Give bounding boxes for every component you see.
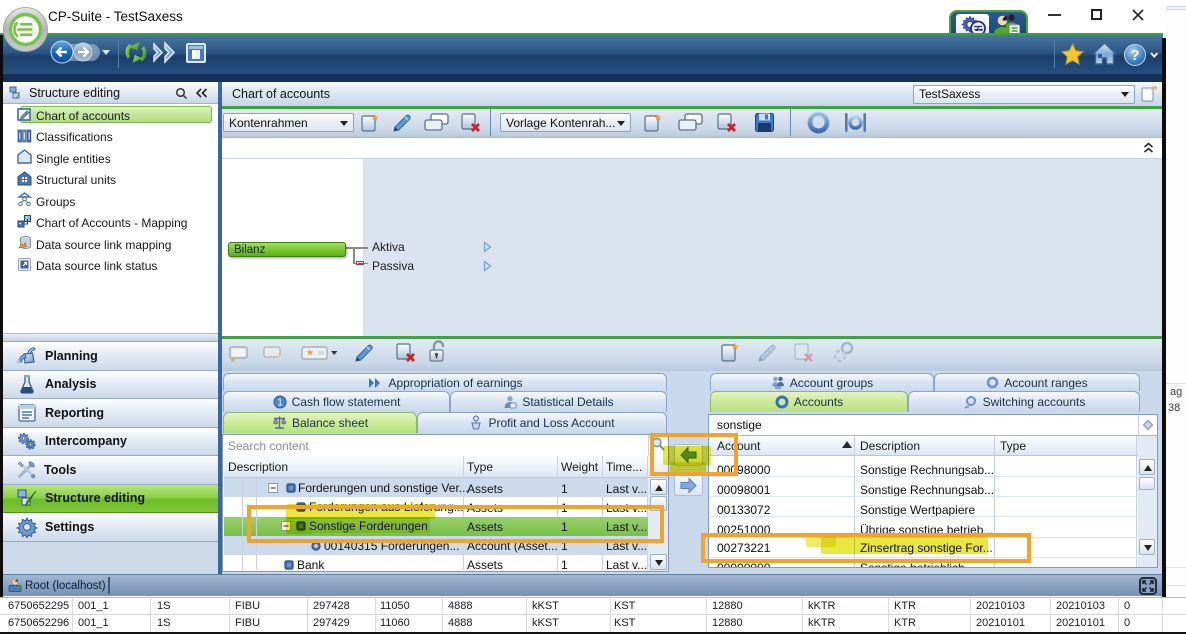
svg-text:?: ? [1130,47,1139,64]
svg-text:1: 1 [277,397,283,408]
